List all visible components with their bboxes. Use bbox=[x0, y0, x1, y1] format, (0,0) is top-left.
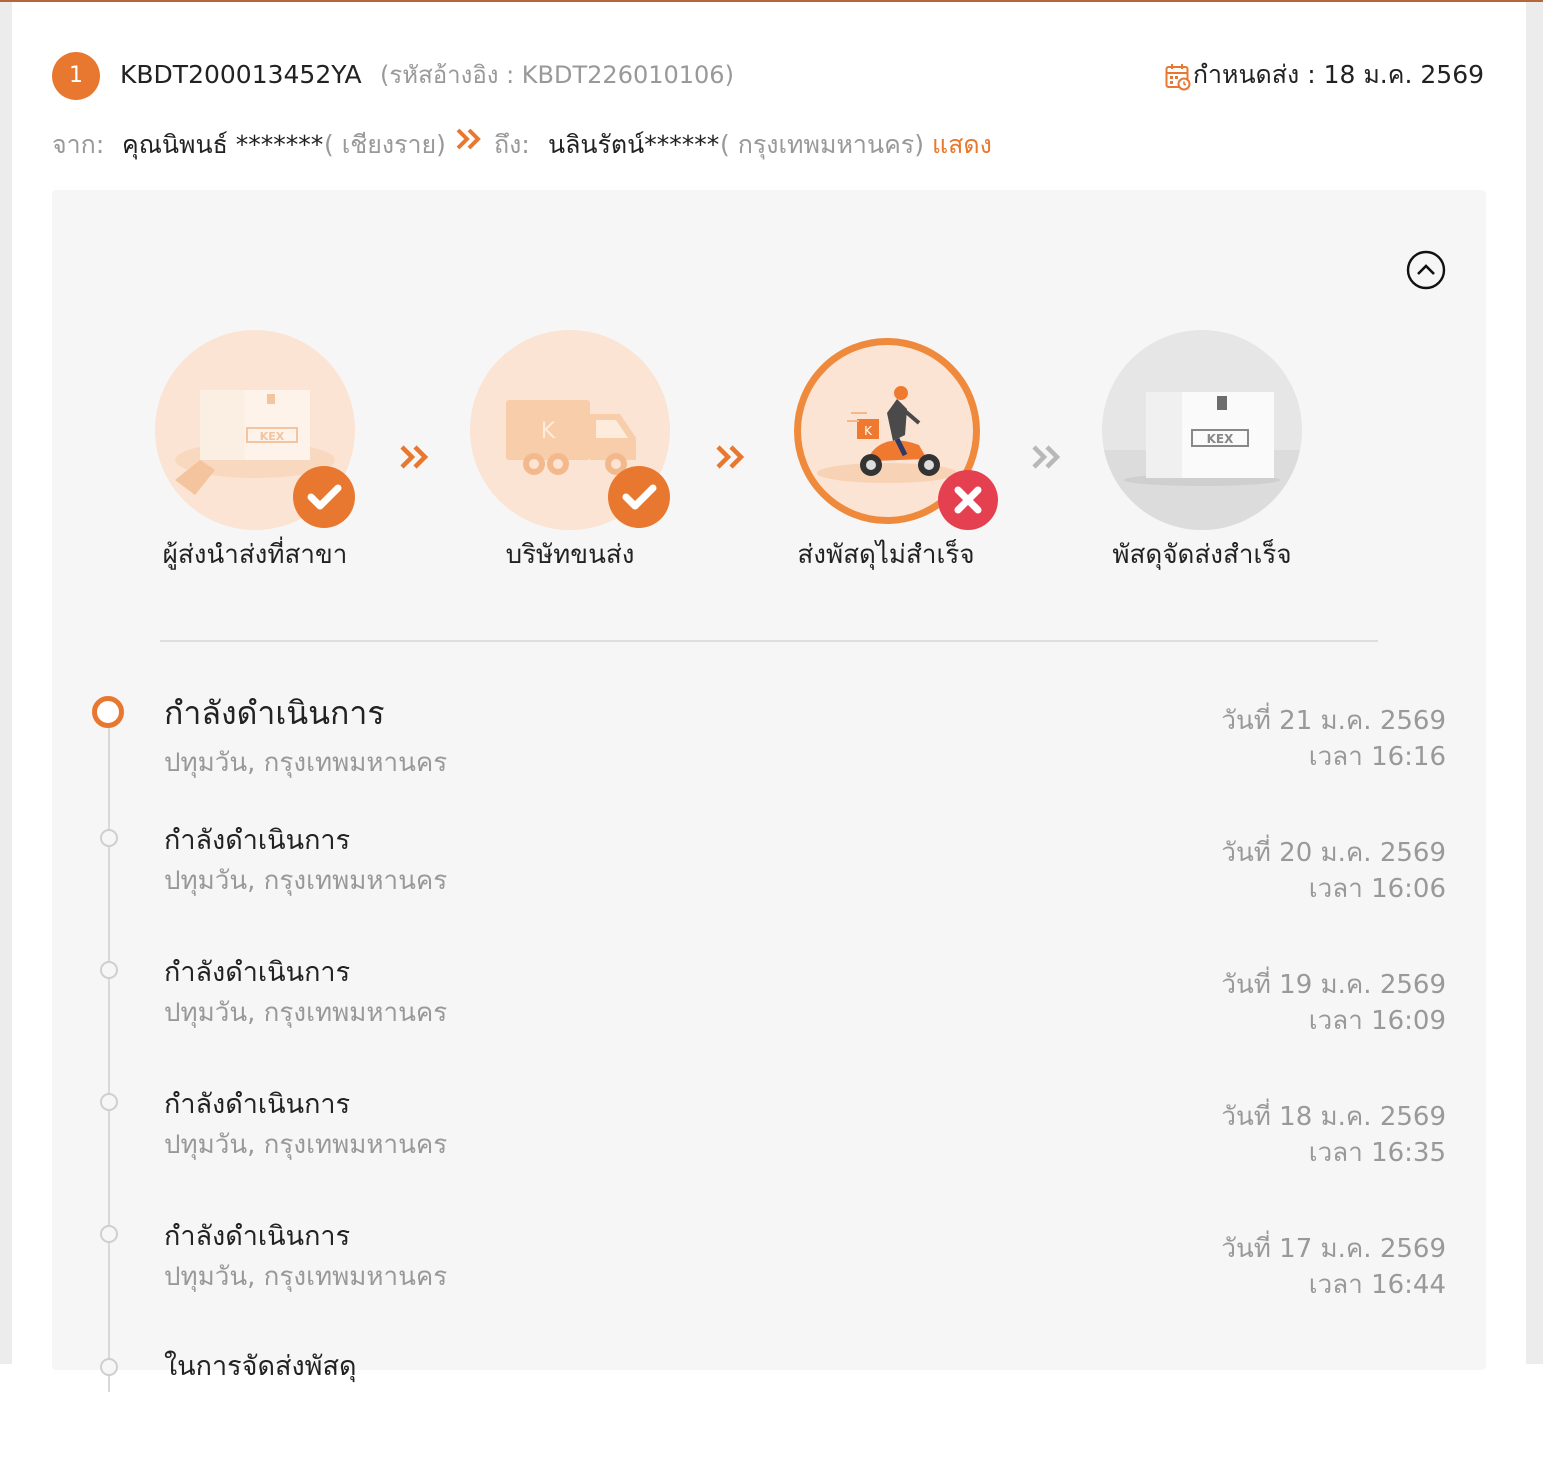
timeline-item: ในการจัดส่งพัสดุ bbox=[52, 1344, 1486, 1464]
shipment-card: 1 KBDT200013452YA (รหัสอ้างอิง : KBDT226… bbox=[12, 2, 1526, 1392]
timeline-date: วันที่ 17 ม.ค. 2569 bbox=[1221, 1234, 1446, 1264]
step-arrow-icon bbox=[400, 445, 429, 469]
sender-city: ( เชียงราย) bbox=[324, 130, 446, 159]
svg-text:K: K bbox=[864, 424, 873, 438]
step-arrow-icon bbox=[716, 445, 745, 469]
timeline-location: ปทุมวัน, กรุงเทพมหานคร bbox=[164, 998, 448, 1028]
timeline-title: กำลังดำเนินการ bbox=[164, 694, 385, 732]
step-delivery-failed: K ส่งพัสดุไม่สำเร็จ bbox=[776, 330, 998, 580]
step-arrow-icon bbox=[1032, 445, 1061, 469]
page-gutter-right bbox=[1526, 2, 1543, 1364]
timeline-time: เวลา 16:16 bbox=[1308, 742, 1446, 772]
svg-text:KEX: KEX bbox=[260, 430, 285, 443]
step-label: พัสดุจัดส่งสำเร็จ bbox=[1112, 540, 1292, 570]
timeline-item: กำลังดำเนินการ ปทุมวัน, กรุงเทพมหานคร วั… bbox=[52, 1082, 1486, 1202]
due-date: กำหนดส่ง : 18 ม.ค. 2569 bbox=[1192, 60, 1484, 89]
step-dropoff: KEX ผู้ส่งนำส่งที่สาขา bbox=[145, 330, 365, 580]
sender-name: คุณนิพนธ์ ******* bbox=[122, 130, 324, 159]
from-label: จาก: bbox=[52, 130, 105, 159]
timeline-title: ในการจัดส่งพัสดุ bbox=[164, 1351, 357, 1382]
timeline-dot bbox=[100, 961, 118, 979]
tracking-number: KBDT200013452YA bbox=[120, 60, 362, 89]
step-label: ส่งพัสดุไม่สำเร็จ bbox=[797, 540, 975, 570]
check-icon bbox=[608, 466, 670, 528]
reference-code: (รหัสอ้างอิง : KBDT226010106) bbox=[380, 61, 734, 89]
calendar-icon bbox=[1165, 64, 1191, 91]
divider bbox=[160, 640, 1378, 642]
timeline-time: เวลา 16:35 bbox=[1308, 1138, 1446, 1168]
timeline-title: กำลังดำเนินการ bbox=[164, 825, 351, 856]
timeline-dot bbox=[100, 1358, 118, 1376]
timeline-location: ปทุมวัน, กรุงเทพมหานคร bbox=[164, 1130, 448, 1160]
step-label: ผู้ส่งนำส่งที่สาขา bbox=[162, 540, 348, 570]
timeline-date: วันที่ 20 ม.ค. 2569 bbox=[1221, 838, 1446, 868]
show-address-link[interactable]: แสดง bbox=[932, 128, 992, 162]
check-icon bbox=[293, 466, 355, 528]
svg-text:KEX: KEX bbox=[1207, 432, 1234, 446]
svg-text:K: K bbox=[541, 419, 556, 444]
timeline-time: เวลา 16:44 bbox=[1308, 1270, 1446, 1300]
timeline-time: เวลา 16:06 bbox=[1308, 874, 1446, 904]
timeline-title: กำลังดำเนินการ bbox=[164, 957, 351, 988]
tracking-panel: KEX ผู้ส่งนำส่งที่สาขา K บริษัทขนส่ง K ส… bbox=[52, 190, 1486, 1392]
timeline-item: กำลังดำเนินการ ปทุมวัน, กรุงเทพมหานคร วั… bbox=[52, 950, 1486, 1070]
timeline-title: กำลังดำเนินการ bbox=[164, 1221, 351, 1252]
to-label: ถึง: bbox=[494, 130, 530, 159]
timeline-dot-active bbox=[92, 696, 124, 728]
timeline-location: ปทุมวัน, กรุงเทพมหานคร bbox=[164, 1262, 448, 1292]
timeline-dot bbox=[100, 829, 118, 847]
page-gutter-left bbox=[0, 2, 12, 1364]
timeline-item: กำลังดำเนินการ ปทุมวัน, กรุงเทพมหานคร วั… bbox=[52, 1214, 1486, 1334]
timeline-date: วันที่ 18 ม.ค. 2569 bbox=[1221, 1102, 1446, 1132]
timeline-location: ปทุมวัน, กรุงเทพมหานคร bbox=[164, 866, 448, 896]
timeline-item: กำลังดำเนินการ ปทุมวัน, กรุงเทพมหานคร วั… bbox=[52, 682, 1486, 802]
box-illustration: KEX bbox=[1102, 330, 1302, 530]
timeline-time: เวลา 16:09 bbox=[1308, 1006, 1446, 1036]
timeline-title: กำลังดำเนินการ bbox=[164, 1089, 351, 1120]
step-label: บริษัทขนส่ง bbox=[505, 540, 635, 570]
double-chevron-icon bbox=[456, 128, 481, 150]
step-delivered: KEX พัสดุจัดส่งสำเร็จ bbox=[1092, 330, 1312, 580]
timeline-location: ปทุมวัน, กรุงเทพมหานคร bbox=[164, 748, 448, 778]
collapse-button[interactable] bbox=[1406, 250, 1446, 290]
receiver-city: ( กรุงเทพมหานคร) bbox=[720, 130, 924, 159]
fail-x-icon bbox=[938, 470, 998, 530]
timeline-item: กำลังดำเนินการ ปทุมวัน, กรุงเทพมหานคร วั… bbox=[52, 818, 1486, 938]
timeline-dot bbox=[100, 1225, 118, 1243]
timeline-date: วันที่ 19 ม.ค. 2569 bbox=[1221, 970, 1446, 1000]
step-carrier: K บริษัทขนส่ง bbox=[460, 330, 680, 580]
timeline-date: วันที่ 21 ม.ค. 2569 bbox=[1221, 706, 1446, 736]
timeline-dot bbox=[100, 1093, 118, 1111]
receiver-name: นลินรัตน์****** bbox=[548, 130, 720, 159]
item-number-badge: 1 bbox=[52, 52, 100, 100]
